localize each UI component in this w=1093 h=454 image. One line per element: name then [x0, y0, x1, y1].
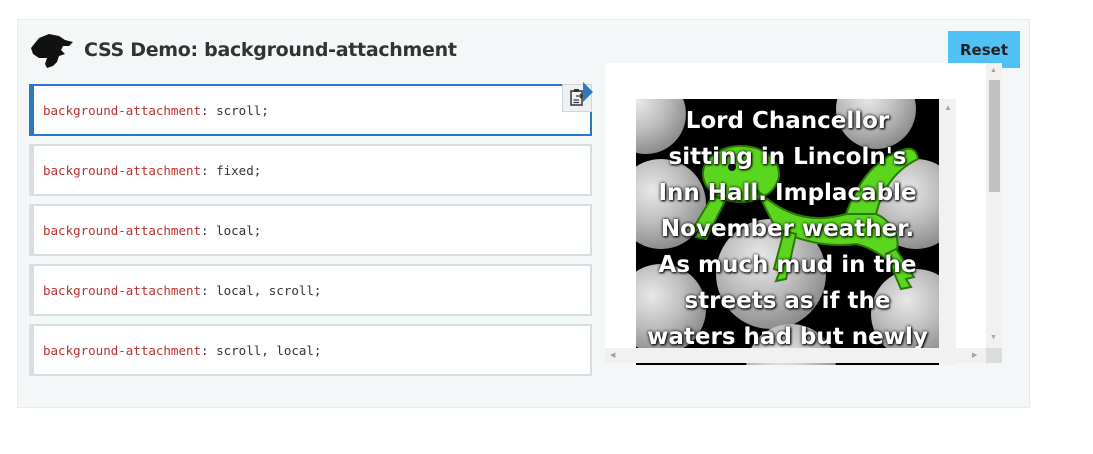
choice-local-scroll[interactable]: background-attachment: local, scroll; — [29, 264, 592, 316]
choice-code: background-attachment: scroll; — [43, 103, 269, 118]
scroll-up-icon[interactable]: ▲ — [944, 104, 952, 112]
example-element[interactable]: Lord Chancellor sitting in Lincoln's Inn… — [636, 99, 939, 365]
choice-local[interactable]: background-attachment: local; — [29, 204, 592, 256]
css-property: background-attachment — [43, 163, 202, 178]
css-property: background-attachment — [43, 103, 202, 118]
output-horizontal-scrollbar[interactable]: ◀ ▶ — [605, 348, 986, 363]
output-vertical-scrollbar[interactable]: ▲ ▼ — [986, 63, 1002, 348]
text-line: As much mud in the — [658, 252, 917, 278]
text-line: Lord Chancellor — [685, 108, 890, 134]
choice-scroll[interactable]: background-attachment: scroll; — [29, 84, 592, 136]
choice-scroll-local[interactable]: background-attachment: scroll, local; — [29, 324, 592, 376]
choice-code: background-attachment: local, scroll; — [43, 283, 322, 298]
scroll-left-icon[interactable]: ◀ — [610, 352, 615, 360]
choice-code: background-attachment: scroll, local; — [43, 343, 322, 358]
example-text: Lord Chancellor sitting in Lincoln's Inn… — [636, 103, 939, 355]
scrollbar-thumb[interactable] — [989, 80, 1000, 192]
scroll-down-icon[interactable]: ▼ — [990, 334, 997, 342]
dinosaur-logo-icon — [31, 34, 73, 68]
text-line: streets as if the — [684, 288, 891, 314]
inner-vertical-scrollbar[interactable]: ▲ ▼ — [939, 99, 956, 365]
triangle-right-icon — [583, 82, 593, 102]
choice-list: background-attachment: scroll; backgroun… — [29, 84, 592, 384]
scroll-right-icon[interactable]: ▶ — [972, 352, 977, 360]
css-property: background-attachment — [43, 283, 202, 298]
css-value: scroll; — [208, 103, 269, 118]
css-value: fixed; — [208, 163, 262, 178]
css-value: local; — [208, 223, 262, 238]
text-line: sitting in Lincoln's — [668, 144, 907, 170]
css-value: local, scroll; — [208, 283, 322, 298]
scroll-up-icon[interactable]: ▲ — [990, 67, 997, 75]
css-property: background-attachment — [43, 223, 202, 238]
css-value: scroll, local; — [208, 343, 322, 358]
choice-fixed[interactable]: background-attachment: fixed; — [29, 144, 592, 196]
text-line: November weather. — [660, 216, 915, 242]
choice-code: background-attachment: fixed; — [43, 163, 262, 178]
css-property: background-attachment — [43, 343, 202, 358]
page-title: CSS Demo: background-attachment — [84, 39, 457, 61]
text-line: Inn Hall. Implacable — [658, 180, 917, 206]
scrollbar-corner — [986, 348, 1002, 363]
choice-code: background-attachment: local; — [43, 223, 262, 238]
